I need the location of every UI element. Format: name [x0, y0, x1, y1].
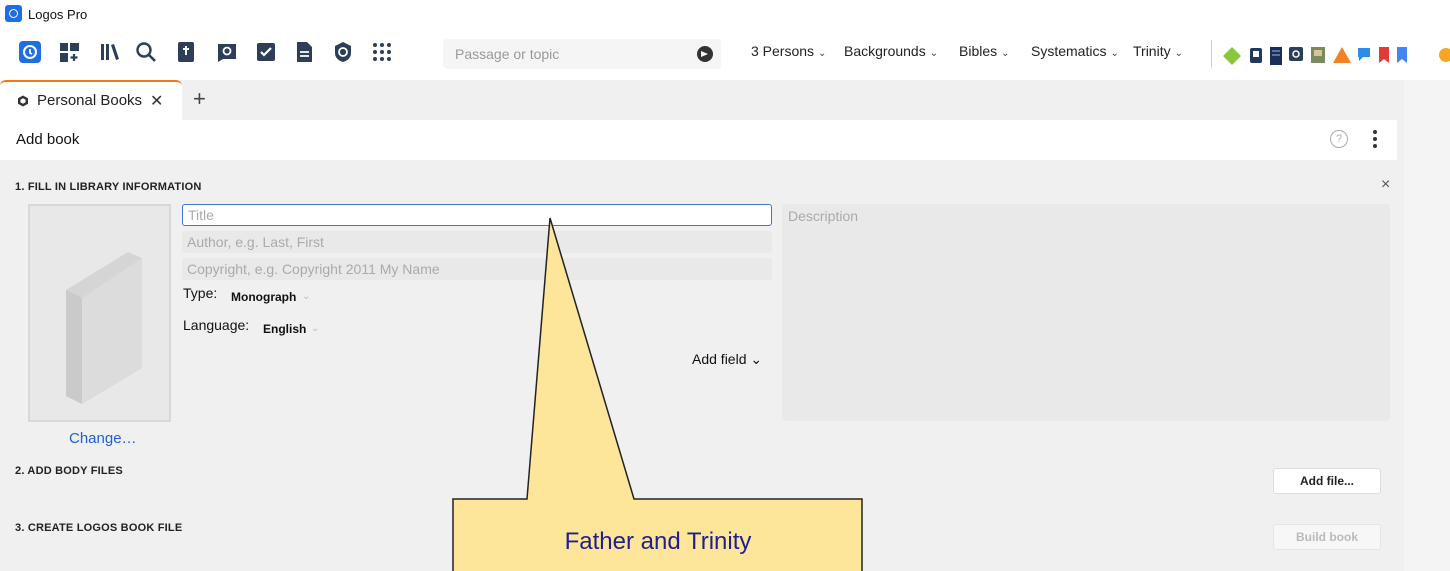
callout-annotation [452, 217, 863, 571]
callout-text: Father and Trinity [564, 528, 752, 555]
callout-shape [452, 217, 863, 571]
